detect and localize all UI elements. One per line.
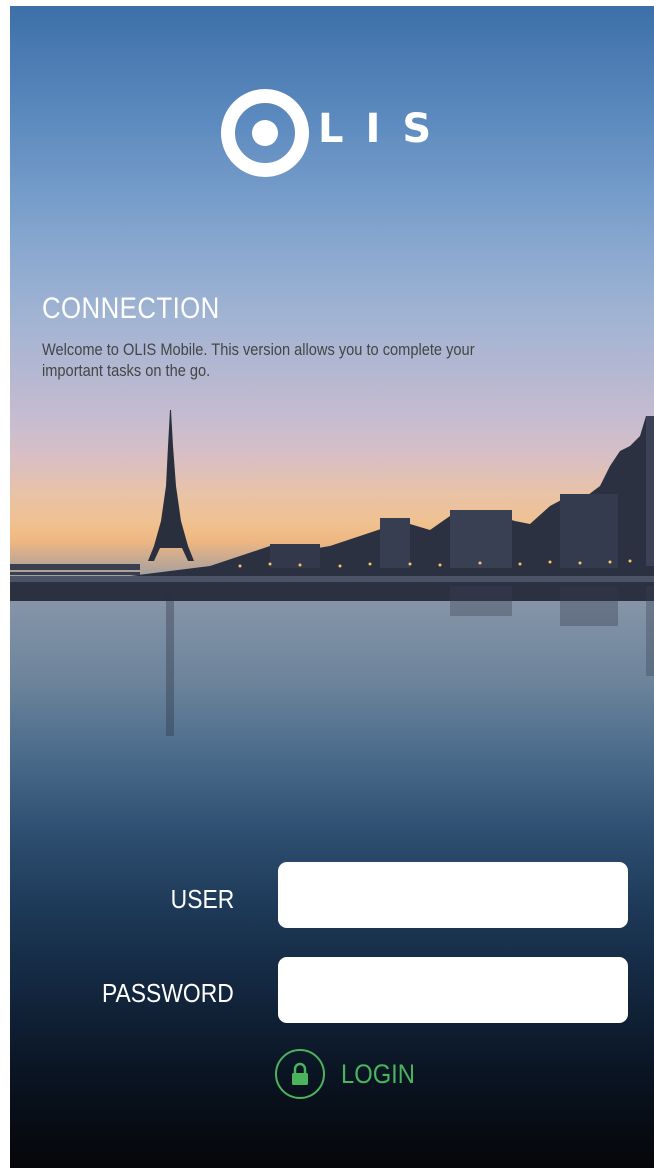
- user-input[interactable]: [278, 862, 628, 928]
- page-title: CONNECTION: [42, 292, 220, 325]
- welcome-text: Welcome to OLIS Mobile. This version all…: [42, 339, 575, 381]
- login-screen: LIS CONNECTION Welcome to OLIS Mobile. T…: [10, 6, 654, 1168]
- password-input[interactable]: [278, 957, 628, 1023]
- olis-ring-logo-icon: [221, 89, 309, 177]
- city-skyline-background: [10, 410, 654, 601]
- welcome-line-1: Welcome to OLIS Mobile. This version all…: [42, 340, 475, 359]
- lock-icon: [275, 1049, 325, 1099]
- water-reflection: [166, 586, 654, 736]
- password-label: PASSWORD: [102, 978, 234, 1008]
- login-label: LOGIN: [341, 1058, 415, 1089]
- user-label: USER: [170, 884, 234, 914]
- logo-text: LIS: [318, 106, 454, 152]
- welcome-line-2: important tasks on the go.: [42, 361, 211, 380]
- login-button[interactable]: LOGIN: [275, 1046, 425, 1102]
- olis-logo: LIS: [220, 88, 450, 178]
